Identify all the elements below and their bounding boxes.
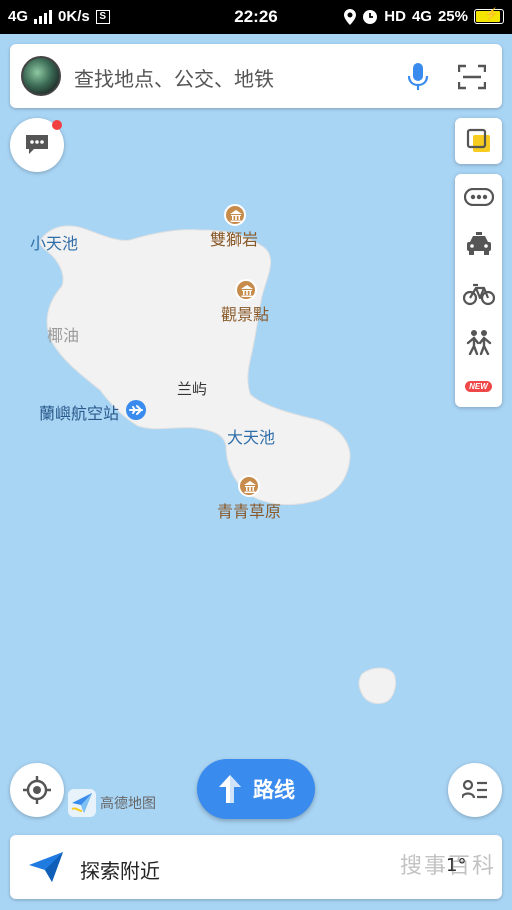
- search-input[interactable]: 查找地点、公交、地铁: [74, 63, 274, 92]
- tool-panel: NEW: [455, 174, 502, 407]
- label-xiao-tian-chi[interactable]: 小天池: [30, 230, 78, 254]
- route-arrow-icon: [219, 775, 241, 803]
- taxi-icon: [466, 232, 491, 255]
- search-bar[interactable]: 查找地点、公交、地铁: [10, 44, 502, 108]
- new-feature-button[interactable]: NEW: [455, 363, 502, 409]
- label-shuang-shi-yan[interactable]: 雙獅岩: [210, 226, 258, 250]
- chat-icon: [26, 135, 48, 154]
- island-small-lanyu: [358, 667, 397, 705]
- airplane-icon[interactable]: [126, 400, 146, 420]
- label-qing-qing-cao-yuan[interactable]: 青青草原: [217, 498, 281, 522]
- notification-dot: [52, 120, 62, 130]
- battery-icon: ⚡: [474, 7, 504, 24]
- label-airport[interactable]: 蘭嶼航空站: [39, 400, 119, 424]
- landmark-icon[interactable]: [238, 475, 260, 497]
- amap-logo-icon: [68, 789, 96, 817]
- new-badge: NEW: [465, 380, 492, 392]
- layers-icon: [466, 128, 490, 152]
- more-tools-button[interactable]: [455, 174, 502, 220]
- user-list-icon: [462, 779, 487, 799]
- walk-button[interactable]: [455, 319, 502, 365]
- paper-plane-icon: [29, 852, 63, 882]
- landmark-icon[interactable]: [235, 279, 257, 301]
- list-button[interactable]: [448, 763, 502, 817]
- status-bar: 4G 0K/s S 22:26 HD 4G 25% ⚡: [0, 0, 512, 34]
- bike-icon: [462, 283, 495, 306]
- avatar[interactable]: [21, 56, 61, 96]
- bike-button[interactable]: [455, 271, 502, 317]
- logo-text: 高德地图: [100, 796, 156, 812]
- scan-icon[interactable]: [458, 64, 486, 90]
- hd-indicator: HD: [384, 8, 406, 25]
- battery-percent: 25%: [437, 8, 468, 25]
- crosshair-icon: [23, 776, 51, 804]
- location-icon: [344, 8, 357, 25]
- explore-label: 探索附近: [80, 859, 160, 883]
- people-icon: [466, 330, 491, 355]
- label-guan-jing-dian[interactable]: 觀景點: [221, 301, 269, 325]
- alarm-icon: [363, 9, 378, 24]
- layers-button[interactable]: [455, 118, 502, 164]
- watermark: 搜事百科: [400, 854, 497, 879]
- microphone-icon[interactable]: [406, 62, 430, 92]
- taxi-button[interactable]: [455, 221, 502, 267]
- label-da-tian-chi[interactable]: 大天池: [227, 424, 275, 448]
- more-icon: [463, 188, 494, 206]
- message-button[interactable]: [10, 118, 64, 172]
- landmark-icon[interactable]: [224, 204, 246, 226]
- route-button[interactable]: 路线: [197, 759, 315, 819]
- amap-logo: 高德地图: [68, 789, 156, 817]
- label-lan-yu[interactable]: 兰屿: [177, 378, 207, 399]
- network-type-2: 4G: [411, 8, 432, 25]
- locate-button[interactable]: [10, 763, 64, 817]
- route-label: 路线: [253, 778, 295, 802]
- label-ye-you[interactable]: 椰油: [47, 322, 79, 346]
